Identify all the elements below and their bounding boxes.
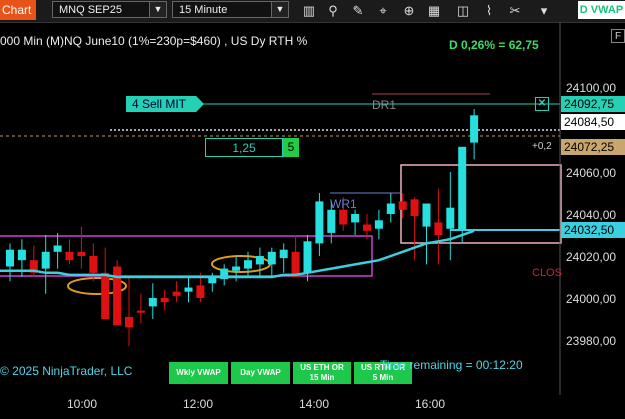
- x-tick-label: 10:00: [67, 397, 98, 411]
- order-price-box[interactable]: 1,25: [205, 138, 283, 157]
- candle-body: [53, 245, 62, 252]
- last-price-tag: 24084,50: [561, 114, 625, 130]
- price-chart[interactable]: [0, 0, 625, 419]
- button-label: Day VWAP: [240, 368, 281, 377]
- candle-body: [136, 310, 145, 313]
- candle-body: [101, 272, 110, 319]
- candle-body: [77, 251, 86, 256]
- time-remaining: Time remaining = 00:12:20: [380, 358, 523, 372]
- candle-body: [363, 224, 371, 231]
- button-label: US ETH OR: [300, 363, 344, 372]
- candle-body: [244, 260, 252, 269]
- day-vwap-button[interactable]: Day VWAP: [231, 362, 290, 384]
- y-tick-label: 23980,00: [566, 334, 617, 348]
- candle-body: [279, 249, 288, 259]
- delta-text: D 0,26% = 62,75: [449, 38, 539, 52]
- candle-body: [374, 220, 383, 229]
- candle-body: [89, 256, 98, 273]
- candle-body: [196, 285, 205, 298]
- sell-price-tag: 24092,75: [561, 96, 625, 112]
- button-sublabel: 5 Min: [372, 373, 394, 382]
- dr1-label: DR1: [372, 98, 397, 112]
- wkly-vwap-button[interactable]: Wkly VWAP: [169, 362, 228, 384]
- candle-body: [458, 146, 467, 231]
- candle-body: [184, 287, 193, 292]
- candle-body: [422, 203, 431, 227]
- y-tick-label: 24100,00: [566, 81, 617, 95]
- candle-body: [470, 115, 479, 143]
- orange-price-tag: 24072,25: [561, 139, 625, 155]
- candle-body: [446, 207, 455, 229]
- copyright: © 2025 NinjaTrader, LLC: [0, 364, 133, 378]
- y-tick-label: 24060,00: [566, 166, 617, 180]
- candle-body: [255, 256, 264, 265]
- x-tick-label: 16:00: [415, 397, 446, 411]
- candle-body: [125, 316, 133, 328]
- candle-body: [410, 199, 419, 217]
- candle-body: [315, 201, 324, 244]
- chart-title: 000 Min (M)NQ June10 (1%=230p=$460) , US…: [0, 34, 308, 48]
- candle-body: [351, 214, 360, 223]
- candle-body: [398, 201, 407, 210]
- candle-body: [160, 298, 169, 303]
- candle-body: [41, 251, 50, 269]
- candle-body: [6, 249, 14, 267]
- button-label: Wkly VWAP: [176, 368, 221, 377]
- close-icon[interactable]: ✕: [535, 97, 549, 111]
- f-button[interactable]: F: [611, 29, 625, 43]
- sell-mit-order[interactable]: 4 Sell MIT: [126, 96, 204, 112]
- offset-label: +0,2: [532, 141, 552, 152]
- x-tick-label: 14:00: [299, 397, 330, 411]
- candle-body: [172, 291, 181, 296]
- candle-body: [386, 203, 395, 214]
- y-tick-label: 24040,00: [566, 208, 617, 222]
- candle-body: [267, 251, 276, 265]
- candle-body: [17, 249, 26, 261]
- candle-body: [232, 266, 241, 271]
- y-tick-label: 24000,00: [566, 292, 617, 306]
- candle-body: [327, 209, 336, 233]
- candle-body: [148, 298, 157, 307]
- wr1-label: WR1: [330, 197, 357, 211]
- button-sublabel: 15 Min: [309, 373, 335, 382]
- candle-body: [339, 209, 348, 225]
- close-label: CLOS: [532, 267, 562, 279]
- order-qty-box[interactable]: 5: [283, 138, 299, 157]
- cyan-price-tag: 24032,50: [561, 222, 625, 238]
- y-tick-label: 24020,00: [566, 250, 617, 264]
- candle-body: [434, 222, 443, 235]
- us-eth-or-button[interactable]: US ETH OR 15 Min: [293, 362, 351, 384]
- candle-body: [65, 251, 74, 261]
- x-tick-label: 12:00: [183, 397, 214, 411]
- candle-body: [303, 241, 312, 273]
